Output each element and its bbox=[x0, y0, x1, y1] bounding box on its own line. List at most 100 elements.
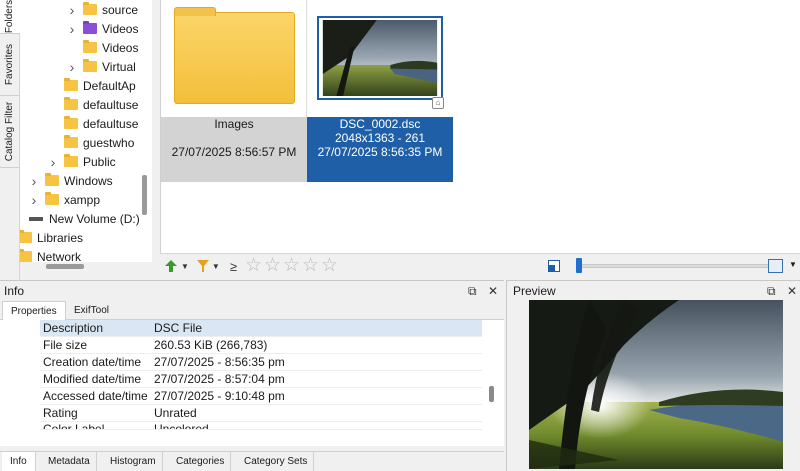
close-icon[interactable]: ✕ bbox=[488, 284, 498, 298]
property-row[interactable]: Accessed date/time 27/07/2025 - 9:10:48 p… bbox=[40, 388, 482, 405]
tree-item[interactable]: defaultuse bbox=[48, 114, 138, 133]
tab-category-sets[interactable]: Category Sets bbox=[238, 452, 315, 471]
tree-item-label: Videos bbox=[102, 21, 139, 36]
tree-item-label: Videos bbox=[102, 40, 139, 55]
property-value: 27/07/2025 - 8:57:04 pm bbox=[154, 372, 285, 386]
chevron-right-icon[interactable]: › bbox=[48, 154, 58, 170]
star-icon[interactable]: ☆ bbox=[264, 256, 283, 276]
property-key: Color Label bbox=[43, 422, 105, 430]
tree-item[interactable]: guestwho bbox=[48, 133, 134, 152]
star-icon[interactable]: ☆ bbox=[321, 256, 340, 276]
tree-item-label: defaultuse bbox=[83, 116, 139, 131]
image-thumbnail bbox=[317, 16, 443, 100]
tree-item[interactable]: › Virtual bbox=[67, 57, 136, 76]
tab-catalog-filter[interactable]: Catalog Filter bbox=[0, 96, 20, 168]
tab-properties[interactable]: Properties bbox=[2, 301, 66, 320]
rating-filter-stars[interactable]: ☆ ☆ ☆ ☆ ☆ bbox=[245, 256, 340, 276]
tree-item[interactable]: › Public bbox=[48, 152, 116, 171]
property-value: Uncolored bbox=[154, 422, 209, 430]
preview-image bbox=[529, 300, 783, 469]
tree-item-label: Windows bbox=[64, 173, 113, 188]
property-value: Unrated bbox=[154, 406, 197, 420]
tree-item-label: New Volume (D:) bbox=[49, 211, 140, 226]
chevron-right-icon[interactable]: › bbox=[67, 21, 77, 37]
rating-compare-operator[interactable]: ≥ bbox=[230, 259, 237, 274]
chevron-right-icon[interactable]: › bbox=[67, 59, 77, 75]
drive-icon bbox=[29, 216, 43, 221]
property-key: Accessed date/time bbox=[43, 389, 148, 403]
property-row[interactable]: Modified date/time 27/07/2025 - 8:57:04 p… bbox=[40, 371, 482, 388]
thumbnail-size-slider[interactable] bbox=[576, 264, 772, 268]
share-icon: ⌂ bbox=[432, 97, 444, 109]
tab-folders[interactable]: Folders bbox=[0, 0, 20, 34]
property-row[interactable]: Creation date/time 27/07/2025 - 8:56:35 p… bbox=[40, 354, 482, 371]
property-row[interactable]: File size 260.53 KiB (266,783) bbox=[40, 337, 482, 354]
thumbnail-view: Images 27/07/2025 8:56:57 PM ⌂ DSC_0002.… bbox=[160, 0, 800, 253]
properties-vertical-scrollbar[interactable] bbox=[489, 386, 494, 402]
tree-item[interactable]: New Volume (D:) bbox=[29, 209, 140, 228]
tree-item[interactable]: DefaultAp bbox=[48, 76, 136, 95]
sort-button[interactable]: ▼ bbox=[164, 259, 189, 273]
tab-categories[interactable]: Categories bbox=[170, 452, 232, 471]
undock-icon[interactable]: ⧉ bbox=[767, 284, 776, 299]
thumbnail-folder-images[interactable]: Images 27/07/2025 8:56:57 PM bbox=[161, 0, 307, 182]
star-icon[interactable]: ☆ bbox=[302, 256, 321, 276]
tab-exiftool[interactable]: ExifTool bbox=[66, 301, 117, 320]
sort-icon bbox=[165, 260, 177, 272]
property-key: Creation date/time bbox=[43, 355, 142, 369]
property-key: Description bbox=[43, 321, 104, 335]
chevron-down-icon[interactable]: ▼ bbox=[789, 260, 797, 269]
star-icon[interactable]: ☆ bbox=[283, 256, 302, 276]
folder-icon bbox=[64, 135, 78, 148]
side-tab-strip: Folders Favorites Catalog Filter bbox=[0, 0, 20, 280]
tree-item-label: DefaultAp bbox=[83, 78, 136, 93]
folder-icon bbox=[174, 7, 295, 104]
tree-item[interactable]: › Videos bbox=[67, 19, 139, 38]
chevron-right-icon[interactable]: › bbox=[29, 192, 39, 208]
folder-icon bbox=[83, 40, 97, 53]
property-value: 260.53 KiB (266,783) bbox=[154, 338, 268, 352]
info-subtabs: Properties ExifTool bbox=[0, 301, 504, 320]
tab-info[interactable]: Info bbox=[2, 452, 36, 471]
tree-item-label: Network bbox=[37, 249, 82, 263]
tree-item[interactable]: › Windows bbox=[29, 171, 113, 190]
tab-histogram[interactable]: Histogram bbox=[104, 452, 163, 471]
video-folder-icon bbox=[83, 21, 97, 34]
tree-item[interactable]: Network bbox=[20, 247, 81, 262]
star-icon[interactable]: ☆ bbox=[245, 256, 264, 276]
tree-horizontal-scrollbar[interactable] bbox=[46, 264, 84, 269]
property-row[interactable]: Rating Unrated bbox=[40, 405, 482, 422]
tree-item[interactable]: Videos bbox=[67, 38, 138, 57]
chevron-right-icon[interactable]: › bbox=[29, 173, 39, 189]
undock-icon[interactable]: ⧉ bbox=[468, 284, 477, 299]
tree-item[interactable]: Libraries bbox=[20, 228, 83, 247]
thumbnail-caption: DSC_0002.dsc 2048x1363 - 261 27/07/2025 … bbox=[317, 117, 443, 159]
folder-icon bbox=[45, 192, 59, 205]
filter-icon bbox=[196, 260, 209, 272]
thumbnail-size-small-icon[interactable] bbox=[548, 260, 560, 272]
tree-scroll-area bbox=[20, 262, 158, 280]
slider-handle[interactable] bbox=[576, 258, 582, 273]
tab-favorites[interactable]: Favorites bbox=[0, 34, 20, 96]
tree-item[interactable]: defaultuse bbox=[48, 95, 138, 114]
folder-icon bbox=[83, 2, 97, 15]
thumbnail-toolbar: ▼ ▼ ≥ ☆ ☆ ☆ ☆ ☆ ▼ bbox=[160, 253, 800, 278]
filter-button[interactable]: ▼ bbox=[196, 259, 220, 273]
tab-metadata[interactable]: Metadata bbox=[42, 452, 97, 471]
property-row[interactable]: Color Label Uncolored bbox=[40, 422, 482, 430]
tree-item-label: Virtual bbox=[102, 59, 136, 74]
tree-item[interactable]: › xampp bbox=[29, 190, 100, 209]
property-row[interactable]: Description DSC File bbox=[40, 320, 482, 337]
info-panel: Info ⧉ ✕ Properties ExifTool Description… bbox=[0, 280, 504, 471]
close-icon[interactable]: ✕ bbox=[787, 284, 797, 298]
view-mode-icon[interactable] bbox=[768, 259, 783, 273]
tree-vertical-scrollbar[interactable] bbox=[142, 175, 147, 215]
chevron-right-icon[interactable]: › bbox=[67, 2, 77, 18]
tree-item[interactable]: › source bbox=[67, 0, 138, 19]
property-value: 27/07/2025 - 8:56:35 pm bbox=[154, 355, 285, 369]
properties-list: Description DSC File File size 260.53 KiB (… bbox=[0, 320, 504, 446]
thumbnail-image-dsc-0002[interactable]: ⌂ DSC_0002.dsc 2048x1363 - 261 27/07/202… bbox=[307, 0, 453, 182]
chevron-down-icon: ▼ bbox=[211, 261, 220, 271]
folder-icon bbox=[64, 78, 78, 91]
folder-icon bbox=[64, 116, 78, 129]
